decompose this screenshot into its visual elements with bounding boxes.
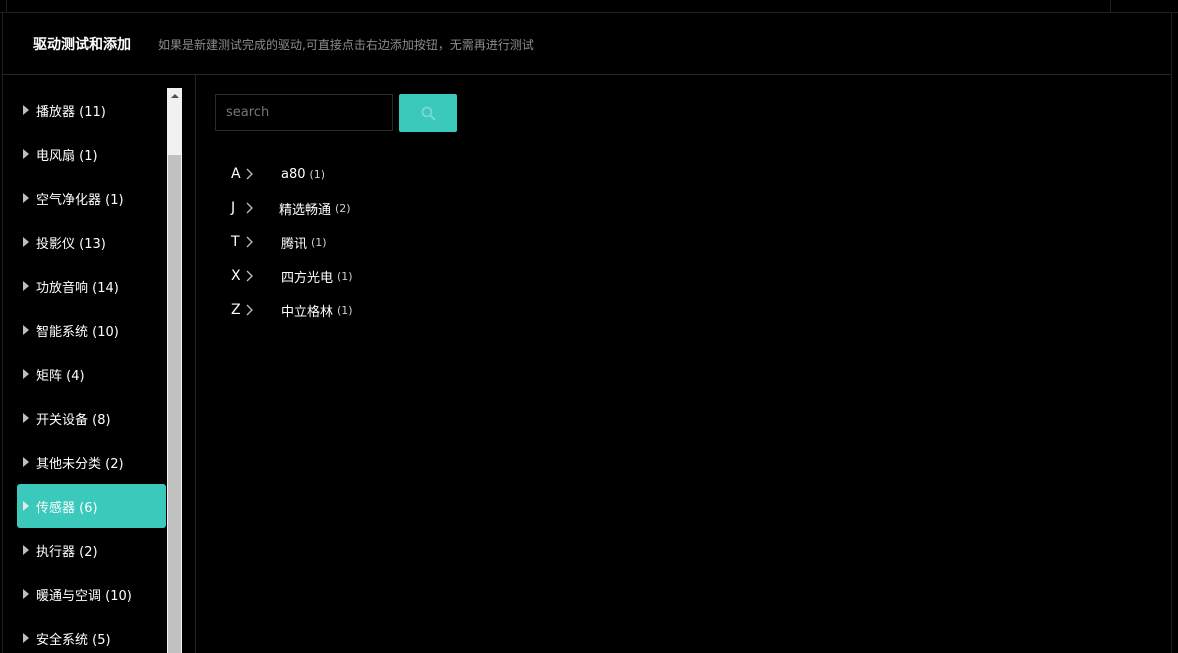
category-item-amplifier[interactable]: 功放音响 (14) [17,264,166,308]
brand-link-jingxuan[interactable]: 精选畅通 [279,199,331,218]
category-label: 执行器 (2) [36,544,98,560]
sidebar-scrollbar[interactable] [167,88,182,653]
divider [6,0,7,13]
caret-right-icon [23,193,29,203]
category-label: 投影仪 (13) [36,236,106,252]
category-item-sensor[interactable]: 传感器 (6) [17,484,166,528]
category-item-fan[interactable]: 电风扇 (1) [17,132,166,176]
brand-letter: X [231,268,241,284]
main-content: A a80 (1) J 精选畅通 (2) T [196,75,1171,653]
brand-count: (2) [335,201,351,215]
category-label: 电风扇 (1) [36,148,98,164]
brand-row: J 精选畅通 (2) [231,191,353,225]
brand-count: (1) [309,167,326,181]
brand-letter: J [231,200,236,216]
brand-link-zhongli[interactable]: 中立格林 [281,301,333,320]
caret-right-icon [23,105,29,115]
chevron-right-icon [246,304,253,316]
caret-right-icon [23,457,29,467]
category-label: 传感器 (6) [36,500,98,516]
brand-list: A a80 (1) J 精选畅通 (2) T 腾讯 (1) X 四方光电 (1)… [231,157,353,327]
brand-link-tencent[interactable]: 腾讯 [281,233,307,252]
category-item-hvac[interactable]: 暖通与空调 (10) [17,572,166,616]
category-label: 其他未分类 (2) [36,456,124,472]
category-item-projector[interactable]: 投影仪 (13) [17,220,166,264]
category-label: 暖通与空调 (10) [36,588,132,604]
brand-row: A a80 (1) [231,157,353,191]
category-label: 空气净化器 (1) [36,192,124,208]
caret-right-icon [23,325,29,335]
scroll-up-button[interactable] [167,88,182,106]
brand-row: X 四方光电 (1) [231,259,353,293]
caret-right-icon [23,545,29,555]
brand-count: (1) [337,303,353,317]
category-label: 播放器 (11) [36,104,106,120]
category-list: 播放器 (11) 电风扇 (1) 空气净化器 (1) 投影仪 (13) 功放音响… [17,88,166,653]
chevron-right-icon [246,168,253,180]
category-label: 智能系统 (10) [36,324,119,340]
scrollbar-thumb[interactable] [168,155,181,653]
divider [1110,0,1111,13]
brand-letter: A [231,166,241,182]
search-button[interactable] [399,94,457,132]
caret-right-icon [23,589,29,599]
brand-letter: Z [231,302,241,318]
brand-count: (1) [337,269,353,283]
category-item-player[interactable]: 播放器 (11) [17,88,166,132]
search-icon [421,106,436,121]
caret-right-icon [23,149,29,159]
caret-right-icon [23,281,29,291]
app-window: 驱动测试和添加 如果是新建测试完成的驱动,可直接点击右边添加按钮，无需再进行测试… [0,0,1178,653]
brand-letter: T [231,234,240,250]
search-input[interactable] [215,94,393,131]
caret-right-icon [23,633,29,643]
category-label: 矩阵 (4) [36,368,85,384]
caret-right-icon [23,501,29,511]
category-label: 安全系统 (5) [36,632,111,648]
category-label: 开关设备 (8) [36,412,111,428]
category-item-actuator[interactable]: 执行器 (2) [17,528,166,572]
category-item-matrix[interactable]: 矩阵 (4) [17,352,166,396]
brand-row: Z 中立格林 (1) [231,293,353,327]
driver-panel: 驱动测试和添加 如果是新建测试完成的驱动,可直接点击右边添加按钮，无需再进行测试… [2,13,1172,653]
page-title: 驱动测试和添加 [33,37,131,53]
category-sidebar: 播放器 (11) 电风扇 (1) 空气净化器 (1) 投影仪 (13) 功放音响… [3,75,196,653]
brand-link-a80[interactable]: a80 [281,167,306,182]
category-item-switch-device[interactable]: 开关设备 (8) [17,396,166,440]
caret-right-icon [23,369,29,379]
category-label: 功放音响 (14) [36,280,119,296]
panel-header: 驱动测试和添加 如果是新建测试完成的驱动,可直接点击右边添加按钮，无需再进行测试 [3,13,1171,75]
caret-right-icon [23,413,29,423]
category-item-air-purifier[interactable]: 空气净化器 (1) [17,176,166,220]
caret-right-icon [23,237,29,247]
category-item-uncategorized[interactable]: 其他未分类 (2) [17,440,166,484]
arrow-up-icon [171,94,179,98]
category-item-smart-system[interactable]: 智能系统 (10) [17,308,166,352]
chevron-right-icon [246,236,253,248]
chevron-right-icon [246,270,253,282]
brand-row: T 腾讯 (1) [231,225,353,259]
brand-link-sifang[interactable]: 四方光电 [281,267,333,286]
chevron-right-icon [246,202,253,214]
top-strip [0,0,1178,13]
category-item-security[interactable]: 安全系统 (5) [17,616,166,653]
page-hint: 如果是新建测试完成的驱动,可直接点击右边添加按钮，无需再进行测试 [158,38,534,52]
brand-count: (1) [311,235,327,249]
